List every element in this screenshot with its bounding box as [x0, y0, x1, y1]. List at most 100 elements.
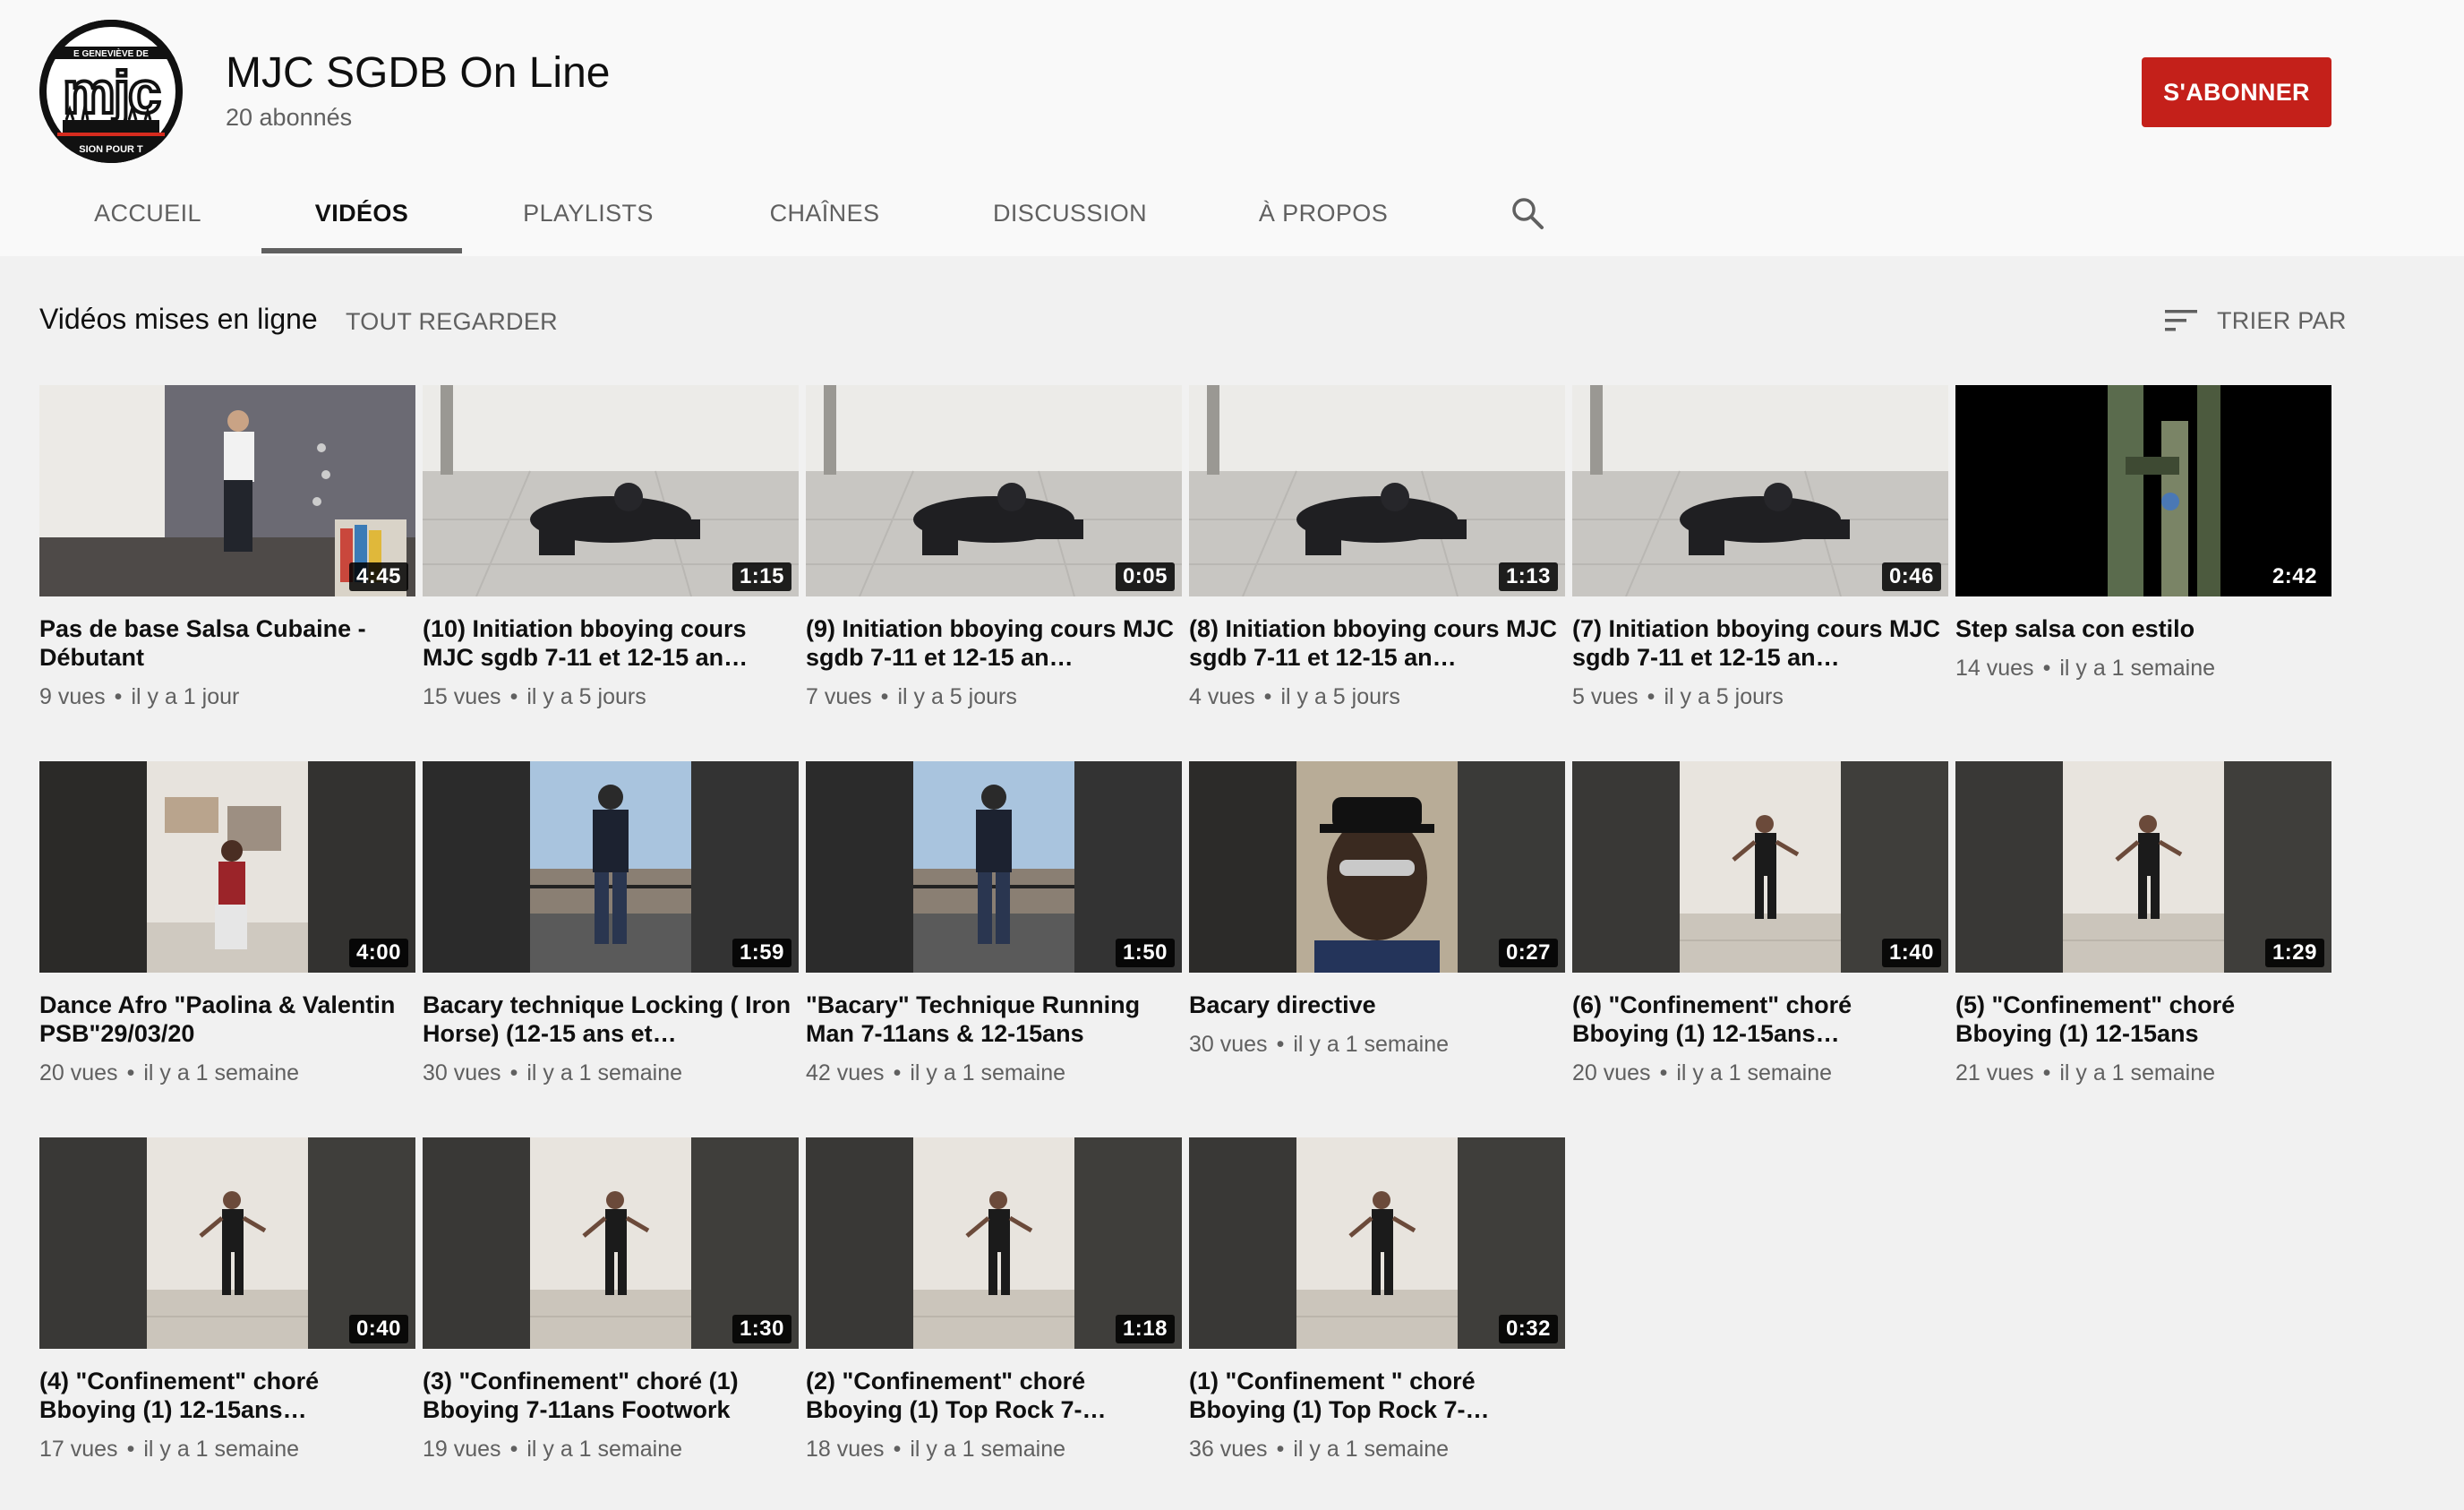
video-age: il y a 1 semaine	[1676, 1060, 1833, 1085]
video-thumbnail[interactable]: 0:27	[1189, 761, 1565, 973]
video-views: 5 vues	[1572, 684, 1638, 709]
video-card[interactable]: 1:59 Bacary technique Locking ( Iron Hors…	[423, 761, 799, 1086]
video-duration: 1:30	[732, 1315, 791, 1343]
video-card[interactable]: 4:45 Pas de base Salsa Cubaine - Débutant…	[39, 385, 415, 710]
video-duration: 0:46	[1881, 562, 1941, 591]
video-thumbnail[interactable]: 1:15	[423, 385, 799, 596]
channel-title: MJC SGDB On Line	[226, 49, 611, 97]
video-thumbnail[interactable]: 1:29	[1955, 761, 2331, 973]
video-title[interactable]: "Bacary" Technique Running Man 7-11ans &…	[806, 991, 1182, 1048]
video-thumbnail[interactable]: 0:40	[39, 1137, 415, 1349]
video-meta: 15 vues • il y a 5 jours	[423, 684, 799, 710]
video-title[interactable]: (9) Initiation bboying cours MJC sgdb 7-…	[806, 614, 1182, 672]
video-thumbnail[interactable]: 1:30	[423, 1137, 799, 1349]
meta-separator: •	[509, 1060, 518, 1085]
video-card[interactable]: 1:29 (5) "Confinement" choré Bboying (1) …	[1955, 761, 2331, 1086]
search-icon[interactable]	[1510, 195, 1545, 231]
video-title[interactable]: Bacary technique Locking ( Iron Horse) (…	[423, 991, 799, 1048]
video-views: 17 vues	[39, 1437, 118, 1462]
video-duration: 0:05	[1115, 562, 1175, 591]
video-thumbnail[interactable]: 0:32	[1189, 1137, 1565, 1349]
video-title[interactable]: (7) Initiation bboying cours MJC sgdb 7-…	[1572, 614, 1948, 672]
sort-label: Trier par	[2217, 306, 2347, 334]
video-meta: 7 vues • il y a 5 jours	[806, 684, 1182, 710]
video-title[interactable]: (8) Initiation bboying cours MJC sgdb 7-…	[1189, 614, 1565, 672]
video-card[interactable]: 2:42 Step salsa con estilo 14 vues • il y a …	[1955, 385, 2331, 682]
video-age: il y a 5 jours	[526, 684, 646, 709]
video-meta: 42 vues • il y a 1 semaine	[806, 1060, 1182, 1086]
video-meta: 20 vues • il y a 1 semaine	[39, 1060, 415, 1086]
video-age: il y a 5 jours	[897, 684, 1017, 709]
tab-a-propos[interactable]: À propos	[1246, 179, 1400, 256]
video-title[interactable]: (5) "Confinement" choré Bboying (1) 12-1…	[1955, 991, 2331, 1048]
tab-chaines[interactable]: Chaînes	[723, 179, 926, 256]
video-title[interactable]: Dance Afro "Paolina & Valentin PSB"29/03…	[39, 991, 415, 1048]
video-thumbnail[interactable]: 2:42	[1955, 385, 2331, 596]
play-all-button[interactable]: Tout regarder	[346, 308, 558, 336]
meta-separator: •	[126, 1060, 135, 1085]
video-views: 18 vues	[806, 1437, 885, 1462]
meta-separator: •	[2042, 1060, 2051, 1085]
video-card[interactable]: 1:40 (6) "Confinement" choré Bboying (1) …	[1572, 761, 1948, 1086]
video-meta: 20 vues • il y a 1 semaine	[1572, 1060, 1948, 1086]
video-views: 42 vues	[806, 1060, 885, 1085]
video-meta: 19 vues • il y a 1 semaine	[423, 1437, 799, 1463]
video-duration: 1:59	[732, 939, 791, 967]
tab-videos[interactable]: Vidéos	[261, 179, 462, 256]
meta-separator: •	[114, 684, 123, 709]
video-thumbnail[interactable]: 1:40	[1572, 761, 1948, 973]
video-meta: 9 vues • il y a 1 jour	[39, 684, 415, 710]
video-card[interactable]: 0:46 (7) Initiation bboying cours MJC sgd…	[1572, 385, 1948, 710]
video-title[interactable]: (6) "Confinement" choré Bboying (1) 12-1…	[1572, 991, 1948, 1048]
video-thumbnail[interactable]: 1:50	[806, 761, 1182, 973]
meta-separator: •	[2042, 656, 2051, 681]
meta-separator: •	[509, 1437, 518, 1462]
sort-icon	[2165, 310, 2197, 331]
tab-playlists[interactable]: Playlists	[483, 179, 693, 256]
video-meta: 5 vues • il y a 5 jours	[1572, 684, 1948, 710]
video-card[interactable]: 0:05 (9) Initiation bboying cours MJC sgd…	[806, 385, 1182, 710]
video-age: il y a 1 jour	[131, 684, 240, 709]
video-title[interactable]: Bacary directive	[1189, 991, 1565, 1019]
video-title[interactable]: (3) "Confinement" choré (1) Bboying 7-11…	[423, 1367, 799, 1424]
video-card[interactable]: 1:50 "Bacary" Technique Running Man 7-11a…	[806, 761, 1182, 1086]
video-card[interactable]: 0:27 Bacary directive 30 vues • il y a 1 sem…	[1189, 761, 1565, 1058]
video-title[interactable]: (1) "Confinement " choré Bboying (1) Top…	[1189, 1367, 1565, 1424]
video-thumbnail[interactable]: 0:05	[806, 385, 1182, 596]
video-thumbnail[interactable]: 1:59	[423, 761, 799, 973]
meta-separator: •	[893, 1437, 902, 1462]
video-card[interactable]: 4:00 Dance Afro "Paolina & Valentin PSB"2…	[39, 761, 415, 1086]
video-card[interactable]: 0:32 (1) "Confinement " choré Bboying (1)…	[1189, 1137, 1565, 1463]
video-age: il y a 5 jours	[1664, 684, 1784, 709]
video-card[interactable]: 0:40 (4) "Confinement" choré Bboying (1) …	[39, 1137, 415, 1463]
video-thumbnail[interactable]: 1:13	[1189, 385, 1565, 596]
tab-discussion[interactable]: Discussion	[969, 179, 1171, 256]
avatar-bottom-text: SION POUR T	[79, 144, 143, 155]
video-title[interactable]: Pas de base Salsa Cubaine - Débutant	[39, 614, 415, 672]
video-thumbnail[interactable]: 4:00	[39, 761, 415, 973]
video-title[interactable]: (2) "Confinement" choré Bboying (1) Top …	[806, 1367, 1182, 1424]
video-card[interactable]: 1:15 (10) Initiation bboying cours MJC sg…	[423, 385, 799, 710]
video-age: il y a 5 jours	[1280, 684, 1400, 709]
video-meta: 4 vues • il y a 5 jours	[1189, 684, 1565, 710]
video-title[interactable]: (10) Initiation bboying cours MJC sgdb 7…	[423, 614, 799, 672]
meta-separator: •	[509, 684, 518, 709]
video-title[interactable]: (4) "Confinement" choré Bboying (1) 12-1…	[39, 1367, 415, 1424]
video-views: 15 vues	[423, 684, 501, 709]
video-card[interactable]: 1:30 (3) "Confinement" choré (1) Bboying …	[423, 1137, 799, 1463]
subscribe-button[interactable]: S'ABONNER	[2142, 57, 2331, 127]
channel-avatar[interactable]: E GENEVIÈVE DE mjc SION POUR T	[39, 20, 183, 163]
video-title[interactable]: Step salsa con estilo	[1955, 614, 2331, 643]
video-duration: 0:32	[1498, 1315, 1558, 1343]
video-thumbnail[interactable]: 1:18	[806, 1137, 1182, 1349]
video-views: 30 vues	[1189, 1032, 1268, 1057]
video-thumbnail[interactable]: 0:46	[1572, 385, 1948, 596]
video-duration: 2:42	[2264, 562, 2324, 591]
video-card[interactable]: 1:13 (8) Initiation bboying cours MJC sgd…	[1189, 385, 1565, 710]
video-thumbnail[interactable]: 4:45	[39, 385, 415, 596]
tab-accueil[interactable]: Accueil	[54, 179, 242, 256]
video-age: il y a 1 semaine	[143, 1060, 300, 1085]
video-card[interactable]: 1:18 (2) "Confinement" choré Bboying (1) …	[806, 1137, 1182, 1463]
video-meta: 14 vues • il y a 1 semaine	[1955, 656, 2331, 682]
sort-by-button[interactable]: Trier par	[2163, 303, 2347, 339]
